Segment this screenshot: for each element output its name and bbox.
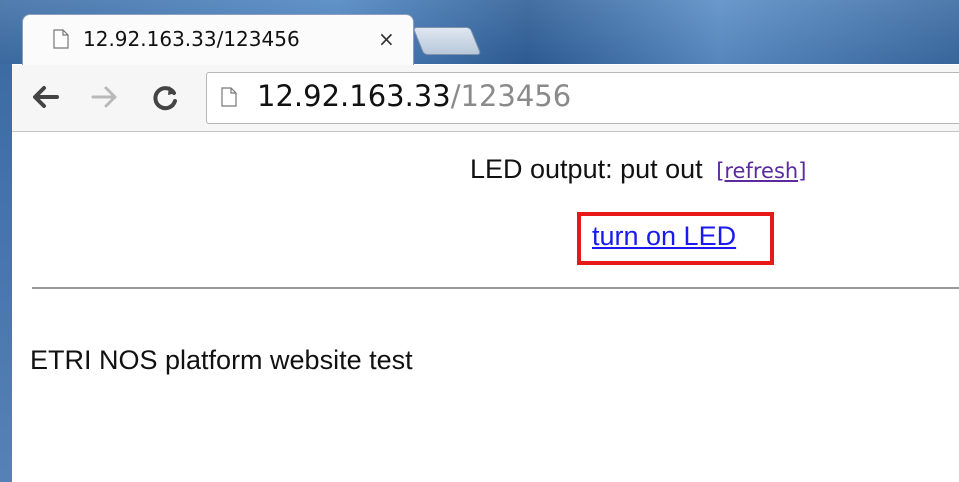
tab-close-icon[interactable]: × — [378, 27, 395, 51]
led-status-line: LED output: put out [refresh] — [470, 154, 806, 185]
tab-title: 12.92.163.33/123456 — [83, 27, 300, 51]
footer-text: ETRI NOS platform website test — [30, 345, 413, 375]
window-frame-left — [0, 64, 12, 482]
browser-toolbar: 12.92.163.33/123456 — [12, 65, 959, 132]
horizontal-rule — [32, 287, 959, 289]
url-host: 12.92.163.33 — [257, 79, 451, 113]
url-path: /123456 — [450, 79, 572, 113]
turn-on-led-link[interactable]: turn on LED — [592, 221, 736, 252]
forward-arrow-icon[interactable] — [90, 83, 120, 115]
page-viewport: LED output: put out [refresh] turn on LE… — [12, 132, 959, 482]
url-text: 12.92.163.33/123456 — [257, 79, 571, 113]
address-bar[interactable]: 12.92.163.33/123456 — [206, 72, 959, 124]
new-tab-button[interactable] — [412, 27, 482, 55]
tab-current[interactable]: 12.92.163.33/123456 × — [22, 14, 414, 67]
reload-icon[interactable] — [150, 83, 180, 117]
led-status-label: LED output: put out — [470, 154, 703, 184]
page-icon — [221, 87, 237, 111]
page-icon — [53, 29, 69, 53]
back-arrow-icon[interactable] — [30, 83, 60, 115]
refresh-link[interactable]: [refresh] — [716, 159, 806, 183]
